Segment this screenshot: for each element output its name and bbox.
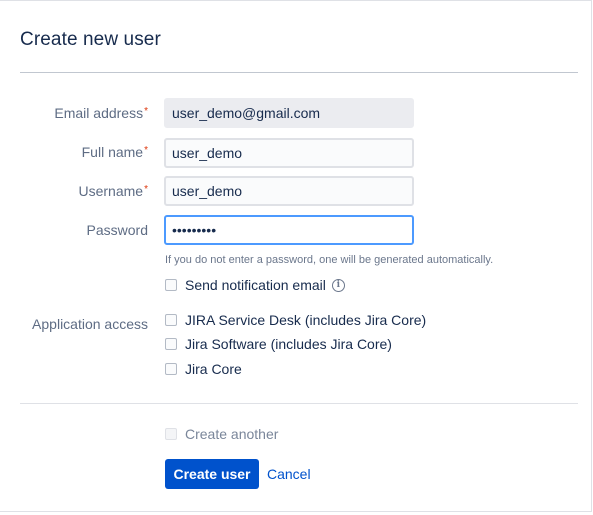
required-marker: * [144,106,148,117]
create-user-dialog: Create new user Email address* Full name… [0,0,592,512]
software-checkbox[interactable] [165,338,177,350]
password-label: Password [87,222,148,238]
cancel-link[interactable]: Cancel [267,466,311,482]
username-field[interactable] [164,176,414,206]
app-option-software: Jira Software (includes Jira Core) [165,336,392,352]
create-another-row: Create another [165,426,278,442]
password-field[interactable] [164,215,414,245]
core-checkbox[interactable] [165,363,177,375]
username-label: Username* [79,183,149,199]
full-name-label: Full name* [82,144,148,160]
send-notification-row: Send notification email i [165,277,345,293]
required-marker: * [144,145,148,156]
service-desk-checkbox[interactable] [165,314,177,326]
required-marker: * [144,184,148,195]
service-desk-label: JIRA Service Desk (includes Jira Core) [185,312,427,328]
application-access-label-text: Application access [32,316,148,332]
full-name-label-text: Full name [81,144,144,160]
email-label: Email address* [54,105,148,121]
app-option-service-desk: JIRA Service Desk (includes Jira Core) [165,312,426,328]
full-name-field[interactable] [164,138,414,168]
send-notification-label: Send notification email [185,277,326,293]
dialog-title: Create new user [20,29,161,50]
software-label: Jira Software (includes Jira Core) [185,336,392,352]
header-divider [20,72,578,73]
send-notification-checkbox[interactable] [165,279,177,291]
create-another-label: Create another [185,426,279,442]
application-access-label: Application access [32,316,148,332]
create-user-button[interactable]: Create user [165,459,259,489]
password-label-text: Password [86,222,148,238]
footer-divider [20,403,578,404]
core-label: Jira Core [185,361,242,377]
password-hint: If you do not enter a password, one will… [165,254,494,266]
app-option-core: Jira Core [165,361,242,377]
username-label-text: Username [78,183,144,199]
email-field[interactable] [164,98,414,128]
email-label-text: Email address [54,105,144,121]
create-another-checkbox[interactable] [165,428,177,440]
info-icon[interactable]: i [331,278,345,292]
